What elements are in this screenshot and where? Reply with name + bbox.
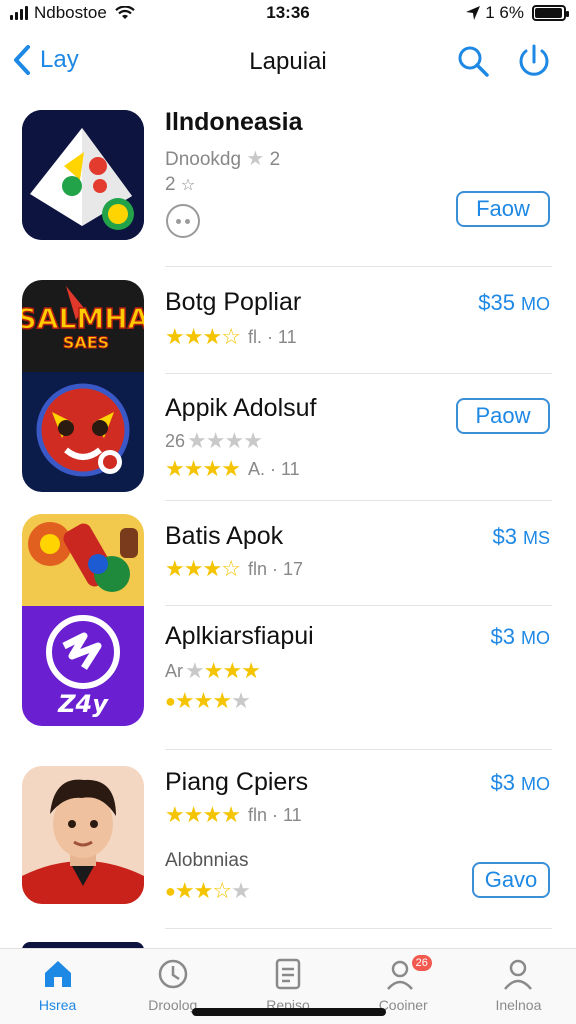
- home-indicator: [192, 1008, 386, 1016]
- rating-stars: ★ ★ ★ ☆ fln · 17: [165, 556, 303, 581]
- svg-text:SALMHA: SALMHA: [22, 302, 144, 335]
- rating-stars: ★ ★ ★ ★ A. · 11: [165, 456, 300, 481]
- wifi-icon: [115, 6, 135, 19]
- price-label: $3 MO: [490, 770, 550, 795]
- app-name: Botg Popliar: [165, 288, 302, 316]
- list-item[interactable]: Ilndoneasia Dnookdg ★ 2 2 ☆ Faow: [0, 96, 576, 267]
- salmha-app-icon: SALMHA SAES: [22, 280, 144, 372]
- app-name: Appik Adolsuf: [165, 394, 317, 422]
- person-icon: [504, 959, 533, 990]
- rating-stars-secondary: Ar ★ ★ ★ ★: [165, 658, 261, 683]
- rating-stars-secondary: ● ★ ★ ☆ ★: [165, 878, 251, 903]
- document-icon: [275, 958, 301, 990]
- app-subtitle: Dnookdg ★ 2: [165, 148, 281, 170]
- avatar-app-icon: [22, 766, 144, 904]
- carrier-name: Ndbostoe: [34, 3, 107, 22]
- price-label: $3 MO: [490, 624, 550, 649]
- app-detail: 2 ☆: [165, 174, 196, 195]
- app-name: Batis Apok: [165, 522, 284, 550]
- list-item[interactable]: Z4y Aplkiarsfiapui Ar ★ ★ ★ ★ ● ★ ★ ★ ★ $3 MO: [0, 606, 576, 750]
- more-icon[interactable]: [166, 204, 200, 238]
- rating-stars: ★ ★ ★ ☆ fl. · 11: [165, 324, 297, 349]
- signal-icon: [10, 6, 28, 20]
- navigation-bar: Lay Lapuiai: [0, 34, 576, 90]
- tab-bar: Hsrea Droolog Repiso 26 Cooiner Inelnoa: [0, 948, 576, 1024]
- list-item[interactable]: Piang Cpiers ★ ★ ★ ★ fln · 11 $3 MO Alobnnia…: [0, 750, 576, 930]
- app-subtitle: Alobnnias: [165, 850, 249, 871]
- home-icon: [44, 961, 71, 987]
- battery-percent: 1 6%: [485, 3, 524, 22]
- toys-app-icon: [22, 514, 144, 606]
- tab-profile[interactable]: Inelnoa: [461, 949, 576, 1024]
- app-name: Ilndoneasia: [165, 108, 303, 136]
- pyramid-app-icon: [22, 110, 144, 240]
- app-name: Piang Cpiers: [165, 768, 309, 796]
- search-icon[interactable]: [454, 42, 492, 80]
- list-item[interactable]: Batis Apok ★ ★ ★ ☆ fln · 17 $3 MS: [0, 500, 576, 606]
- list-item[interactable]: SALMHA SAES Botg Popliar ★ ★ ★ ☆ fl. · 11 $…: [0, 266, 576, 374]
- rating-stars-secondary: 26 ★ ★ ★ ★: [165, 428, 263, 453]
- svg-text:SAES: SAES: [63, 333, 109, 352]
- get-button[interactable]: Faow: [456, 191, 550, 227]
- get-button[interactable]: Paow: [456, 398, 550, 434]
- star-icon: ☆: [180, 177, 196, 194]
- notification-badge: 26: [411, 955, 432, 971]
- divider: [165, 928, 552, 929]
- rating-stars: ● ★ ★ ★ ★: [165, 688, 251, 713]
- tab-label: Hsrea: [38, 997, 77, 1013]
- tab-label: Cooiner: [378, 997, 428, 1013]
- clock-icon: [158, 959, 188, 989]
- tab-home[interactable]: Hsrea: [0, 949, 115, 1024]
- app-name: Aplkiarsfiapui: [165, 622, 314, 650]
- list-item[interactable]: Appik Adolsuf 26 ★ ★ ★ ★ ★ ★ ★ ★ A. · 11 Paow: [0, 372, 576, 501]
- price-label: $35 MO: [478, 290, 550, 315]
- tab-label: Droolog: [148, 997, 198, 1013]
- get-button[interactable]: Gavo: [472, 862, 550, 898]
- purple-z-app-icon: Z4y: [22, 606, 144, 726]
- power-icon[interactable]: [515, 42, 553, 80]
- rating-stars: ★ ★ ★ ★ fln · 11: [165, 802, 302, 827]
- price-label: $3 MS: [492, 524, 550, 549]
- app-icon-text: Z4y: [58, 690, 108, 718]
- red-robot-app-icon: [22, 372, 144, 492]
- status-bar: Ndbostoe 13:36 1 6%: [0, 0, 576, 26]
- location-arrow-icon: [466, 6, 481, 20]
- tab-label: Inelnoa: [495, 997, 542, 1013]
- battery-icon: [532, 5, 569, 21]
